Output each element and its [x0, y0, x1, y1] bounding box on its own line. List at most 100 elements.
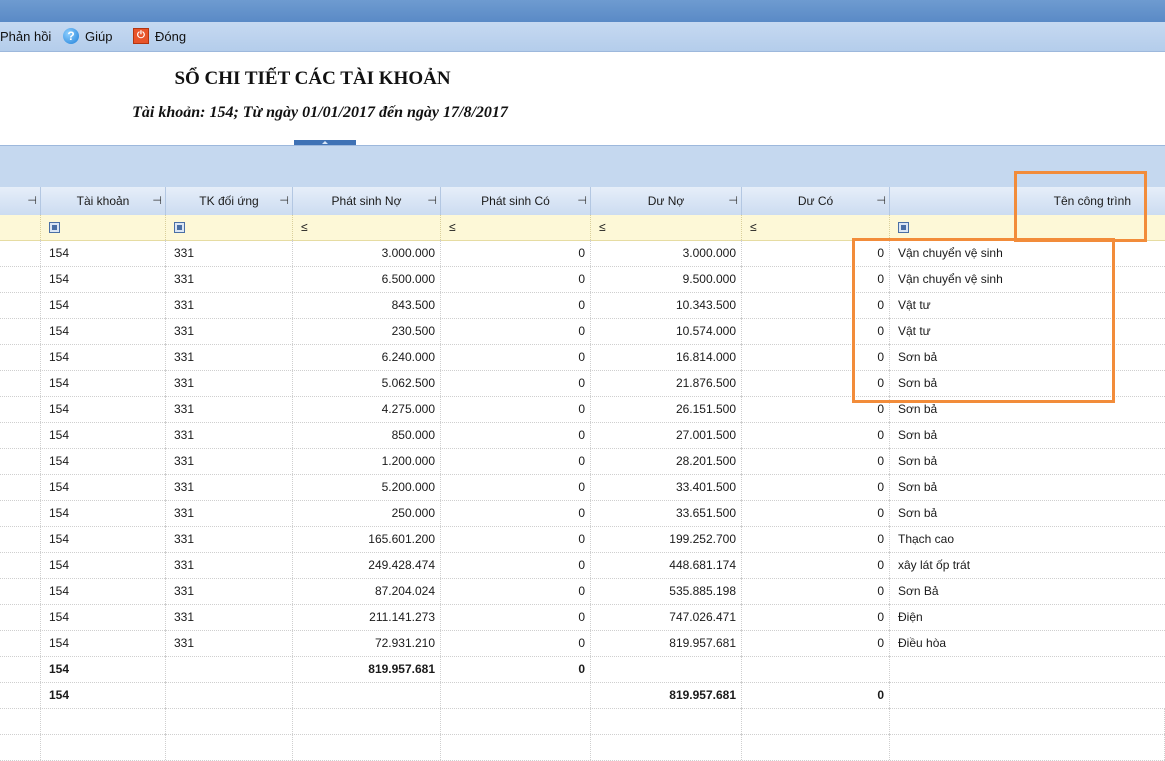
- help-icon[interactable]: ?: [63, 28, 79, 44]
- cell-balance-debit: 16.814.000: [591, 344, 742, 370]
- cell-balance-credit: 0: [742, 474, 890, 500]
- header-account[interactable]: Tài khoản ⊣: [41, 187, 166, 215]
- filter-checkbox[interactable]: [49, 222, 60, 234]
- cell-balance-credit: 0: [742, 448, 890, 474]
- cell-leading: [0, 240, 41, 266]
- pin-icon[interactable]: ⊣: [876, 187, 886, 215]
- cell-leading: [0, 604, 41, 630]
- empty-cell: [293, 708, 441, 734]
- pin-icon[interactable]: ⊣: [27, 187, 37, 215]
- cell-counter-account: [166, 656, 293, 682]
- empty-cell: [0, 734, 41, 760]
- table-row[interactable]: 154 331 5.200.000 0 33.401.500 0 Sơn bả: [0, 474, 1165, 501]
- filter-checkbox[interactable]: [898, 222, 909, 234]
- filter-balance-debit[interactable]: ≤: [591, 215, 742, 240]
- group-by-panel[interactable]: [0, 145, 1165, 188]
- cell-balance-debit: 9.500.000: [591, 266, 742, 292]
- table-row[interactable]: 154 331 87.204.024 0 535.885.198 0 Sơn Bả: [0, 578, 1165, 605]
- cell-counter-account: 331: [166, 474, 293, 500]
- header-cell-leading[interactable]: ⊣: [0, 187, 41, 215]
- cell-balance-debit: 10.343.500: [591, 292, 742, 318]
- cell-counter-account: 331: [166, 292, 293, 318]
- cell-debit: 6.500.000: [293, 266, 441, 292]
- cell-balance-debit: 28.201.500: [591, 448, 742, 474]
- header-counter-account[interactable]: TK đối ứng ⊣: [166, 187, 293, 215]
- total-row[interactable]: 154 819.957.681 0: [0, 682, 1165, 709]
- cell-credit: 0: [441, 474, 591, 500]
- cell-credit: 0: [441, 318, 591, 344]
- empty-cell: [166, 734, 293, 760]
- cell-project-name: Điều hòa: [898, 636, 947, 650]
- cell-project-name: Thạch cao: [898, 532, 955, 546]
- cell-debit: 6.240.000: [293, 344, 441, 370]
- table-row[interactable]: 154 331 72.931.210 0 819.957.681 0 Điều hòa: [0, 630, 1165, 657]
- cell-project-name: Sơn bả: [898, 480, 938, 494]
- cell-debit: 3.000.000: [293, 240, 441, 266]
- header-balance-debit[interactable]: Dư Nợ ⊣: [591, 187, 742, 215]
- cell-counter-account: 331: [166, 630, 293, 656]
- cell-counter-account: 331: [166, 526, 293, 552]
- pin-icon[interactable]: ⊣: [577, 187, 587, 215]
- cell-balance-debit: 33.401.500: [591, 474, 742, 500]
- cell-account: 154: [41, 526, 166, 552]
- table-row[interactable]: 154 331 249.428.474 0 448.681.174 0 xây lát ốp…: [0, 552, 1165, 579]
- cell-leading: [0, 318, 41, 344]
- filter-counter-account[interactable]: [166, 215, 293, 240]
- empty-cell: [591, 734, 742, 760]
- cell-debit: 165.601.200: [293, 526, 441, 552]
- header-balance-credit[interactable]: Dư Có ⊣: [742, 187, 890, 215]
- empty-cell: [742, 734, 890, 760]
- table-row[interactable]: 154 331 850.000 0 27.001.500 0 Sơn bả: [0, 422, 1165, 449]
- cell-leading: [0, 396, 41, 422]
- highlight-box-header: [1014, 171, 1147, 242]
- cell-credit: 0: [441, 630, 591, 656]
- table-row[interactable]: 154 331 250.000 0 33.651.500 0 Sơn bả: [0, 500, 1165, 527]
- pin-icon[interactable]: ⊣: [427, 187, 437, 215]
- pin-icon[interactable]: ⊣: [279, 187, 289, 215]
- cell-project-name: xây lát ốp trát: [898, 558, 971, 572]
- empty-row: [0, 708, 1165, 735]
- table-row[interactable]: 154 331 1.200.000 0 28.201.500 0 Sơn bả: [0, 448, 1165, 475]
- cell-balance-credit: 0: [742, 500, 890, 526]
- cell-balance-debit: 10.574.000: [591, 318, 742, 344]
- cell-leading: [0, 266, 41, 292]
- cell-credit: 0: [441, 370, 591, 396]
- cell-balance-debit: 26.151.500: [591, 396, 742, 422]
- cell-balance-credit: 0: [742, 682, 890, 708]
- filter-credit[interactable]: ≤: [441, 215, 591, 240]
- table-row[interactable]: 154 331 211.141.273 0 747.026.471 0 Điện: [0, 604, 1165, 631]
- cell-credit: 0: [441, 422, 591, 448]
- cell-balance-debit: 199.252.700: [591, 526, 742, 552]
- cell-counter-account: 331: [166, 604, 293, 630]
- cell-credit: 0: [441, 396, 591, 422]
- pin-icon[interactable]: ⊣: [728, 187, 738, 215]
- total-row[interactable]: 154 819.957.681 0: [0, 656, 1165, 683]
- feedback-button[interactable]: Phản hồi: [0, 22, 51, 51]
- filter-debit[interactable]: ≤: [293, 215, 441, 240]
- close-icon[interactable]: ⏻: [133, 28, 149, 44]
- cell-balance-debit: 448.681.174: [591, 552, 742, 578]
- cell-account: 154: [41, 344, 166, 370]
- table-row[interactable]: 154 331 165.601.200 0 199.252.700 0 Thạch cao: [0, 526, 1165, 553]
- cell-credit: 0: [441, 292, 591, 318]
- cell-account: 154: [41, 396, 166, 422]
- filter-account[interactable]: [41, 215, 166, 240]
- cell-account: 154: [41, 604, 166, 630]
- cell-account: 154: [41, 474, 166, 500]
- cell-debit: 211.141.273: [293, 604, 441, 630]
- header-debit[interactable]: Phát sinh Nợ ⊣: [293, 187, 441, 215]
- cell-balance-debit: [591, 656, 742, 682]
- cell-leading: [0, 682, 41, 708]
- pin-icon[interactable]: ⊣: [152, 187, 162, 215]
- cell-debit: 72.931.210: [293, 630, 441, 656]
- empty-cell: [890, 734, 1165, 760]
- empty-cell: [890, 708, 1165, 734]
- cell-debit: 5.062.500: [293, 370, 441, 396]
- close-button[interactable]: Đóng: [155, 22, 186, 51]
- empty-cell: [41, 708, 166, 734]
- help-button[interactable]: Giúp: [85, 22, 112, 51]
- cell-counter-account: 331: [166, 422, 293, 448]
- filter-balance-credit[interactable]: ≤: [742, 215, 890, 240]
- filter-checkbox[interactable]: [174, 222, 185, 234]
- header-credit[interactable]: Phát sinh Có ⊣: [441, 187, 591, 215]
